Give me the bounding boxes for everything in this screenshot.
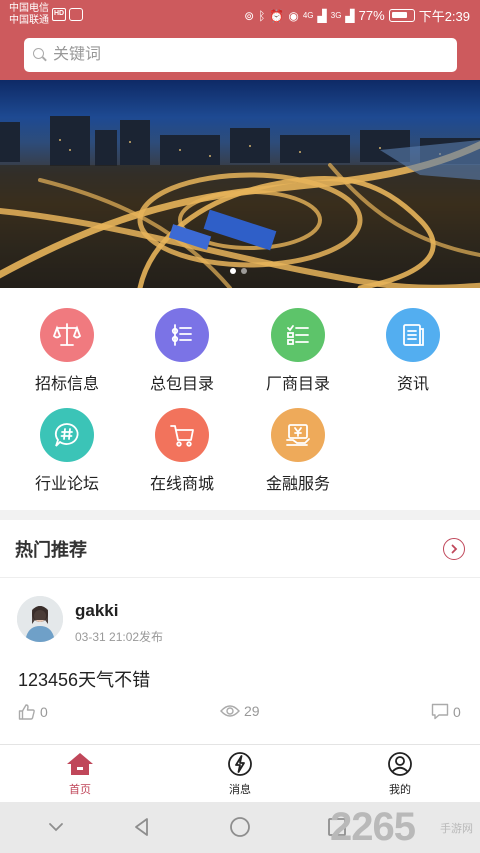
category-industry-forum[interactable]: 行业论坛 [7, 408, 127, 494]
notification-icon [69, 8, 83, 21]
post-username[interactable]: gakki [75, 601, 118, 621]
status-right: ⊚ ᛒ ⏰ ◉ 4G ▟ 3G ▟ 77% 下午2:39 [244, 6, 470, 25]
app-header: 中国电信 中国联通 HD ⊚ ᛒ ⏰ ◉ 4G ▟ 3G ▟ 77% 下午2:3… [0, 0, 480, 80]
category-tender-info[interactable]: 招标信息 [7, 308, 127, 394]
watermark-logo: 2265 [330, 805, 416, 849]
category-vendor-directory[interactable]: 厂商目录 [238, 308, 358, 394]
search-bar[interactable] [24, 38, 457, 72]
comment-button[interactable]: 0 [431, 703, 461, 720]
cart-icon [155, 408, 209, 462]
signal-2-label: 3G [330, 11, 342, 20]
category-label: 厂商目录 [265, 376, 330, 393]
avatar[interactable] [17, 596, 63, 642]
category-label: 在线商城 [149, 476, 214, 493]
category-label: 总包目录 [149, 376, 214, 393]
user-icon [388, 752, 412, 776]
home-icon [67, 753, 93, 775]
chevron-right-icon[interactable] [443, 537, 465, 560]
bottom-tab-bar: 首页 消息 我的 [0, 744, 480, 802]
news-icon [386, 308, 440, 362]
status-bar: 中国电信 中国联通 HD ⊚ ᛒ ⏰ ◉ 4G ▟ 3G ▟ 77% 下午2:3… [0, 0, 480, 32]
checklist-icon [271, 308, 325, 362]
signal-2-icon: ▟ [345, 8, 355, 23]
category-news[interactable]: 资讯 [353, 308, 473, 394]
watermark-subtitle: 手游网 [440, 823, 473, 835]
comment-count: 0 [453, 703, 461, 720]
battery-percent: 77% [358, 8, 385, 23]
post-time: 03-31 21:02发布 [75, 630, 164, 644]
post-text[interactable]: 123456天气不错 [18, 666, 150, 692]
carousel-dot[interactable] [241, 268, 247, 274]
hotspot-icon: ⊚ [244, 8, 255, 23]
battery-icon [388, 9, 415, 22]
signal-1-label: 4G [302, 11, 314, 20]
scale-icon [40, 308, 94, 362]
thumbs-up-icon [18, 704, 35, 720]
back-icon[interactable] [131, 816, 153, 838]
signal-1-icon: ▟ [317, 8, 327, 23]
home-button-icon[interactable] [229, 816, 251, 838]
category-label: 金融服务 [265, 476, 330, 493]
lightning-icon [228, 752, 252, 776]
like-button[interactable]: 0 [18, 703, 48, 721]
tab-home[interactable]: 首页 [0, 745, 160, 802]
search-input[interactable] [53, 46, 433, 64]
carrier-2: 中国联通 [9, 15, 49, 26]
hide-keyboard-icon[interactable] [45, 816, 67, 838]
category-contract-directory[interactable]: 总包目录 [122, 308, 242, 394]
finance-icon [271, 408, 325, 462]
hot-section-header: 热门推荐 [0, 520, 480, 578]
category-label: 资讯 [396, 376, 429, 393]
category-label: 行业论坛 [34, 476, 99, 493]
list-icon [155, 308, 209, 362]
like-count: 0 [40, 704, 48, 720]
tab-label: 我的 [389, 784, 411, 796]
tab-label: 首页 [69, 784, 91, 796]
comment-icon [431, 703, 449, 720]
alarm-icon: ⏰ [269, 8, 285, 23]
category-online-mall[interactable]: 在线商城 [122, 408, 242, 494]
search-icon [33, 48, 47, 62]
carousel-dot[interactable] [230, 268, 236, 274]
eye-icon [220, 705, 240, 717]
bluetooth-icon: ᛒ [258, 8, 266, 23]
category-financial-services[interactable]: 金融服务 [238, 408, 358, 494]
category-grid: 招标信息 总包目录 厂商目录 资讯 行业论坛 在线商城 金融服务 [0, 288, 480, 510]
view-stat: 29 [220, 703, 260, 719]
hd-badge-icon: HD [52, 8, 66, 21]
banner-carousel[interactable] [0, 80, 480, 288]
section-title: 热门推荐 [15, 539, 87, 560]
carrier-info: 中国电信 中国联通 [9, 3, 49, 27]
chat-hash-icon [40, 408, 94, 462]
tab-label: 消息 [229, 784, 251, 796]
clock: 下午2:39 [418, 9, 470, 24]
tab-profile[interactable]: 我的 [320, 745, 480, 802]
view-count: 29 [244, 703, 260, 719]
tab-messages[interactable]: 消息 [160, 745, 320, 802]
carousel-indicators [230, 268, 247, 274]
carrier-1: 中国电信 [9, 3, 49, 14]
banner-image [0, 116, 480, 288]
category-label: 招标信息 [34, 376, 99, 393]
eye-icon: ◉ [288, 8, 299, 23]
